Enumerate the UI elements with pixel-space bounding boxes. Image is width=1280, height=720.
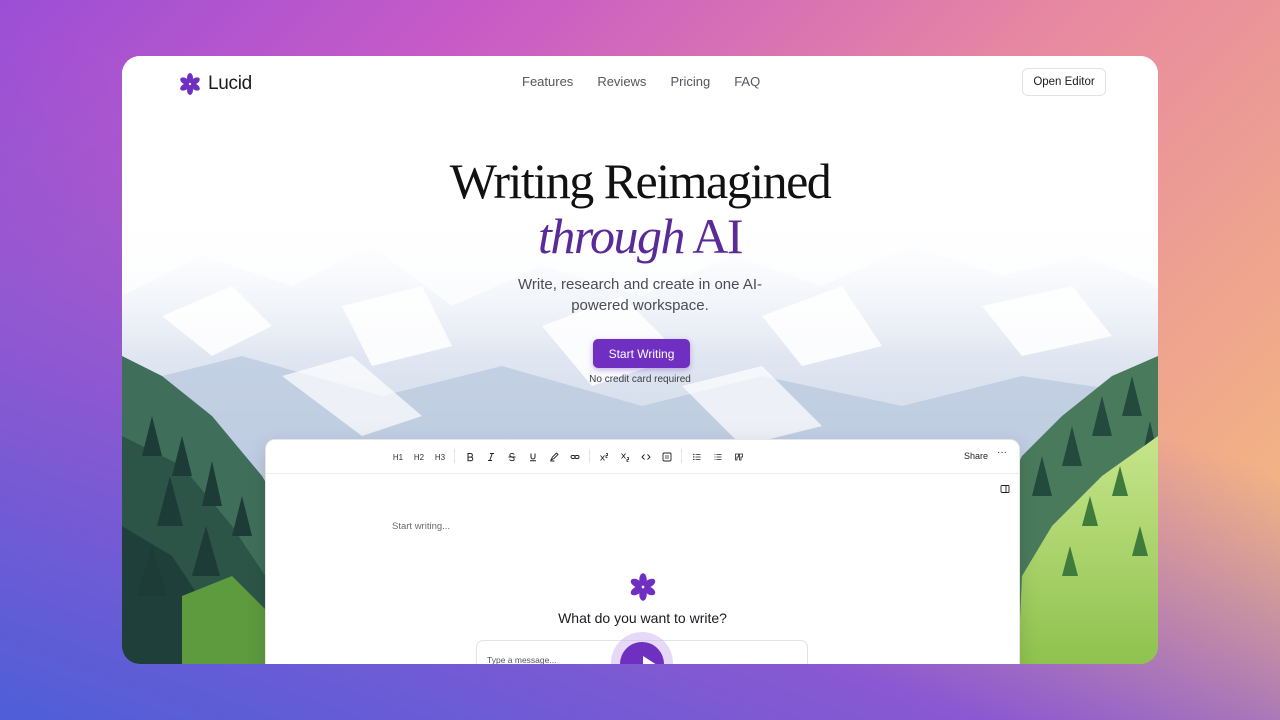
nav-links: Features Reviews Pricing FAQ	[522, 74, 760, 89]
send-button[interactable]	[620, 642, 664, 664]
nav-link-faq[interactable]: FAQ	[734, 74, 760, 89]
open-editor-button[interactable]: Open Editor	[1022, 68, 1106, 96]
brand-logo[interactable]: Lucid	[178, 70, 252, 98]
play-icon	[643, 656, 656, 664]
editor-toolbar: H1 H2 H3 Share ···	[266, 440, 1019, 474]
underline-icon[interactable]	[525, 450, 541, 464]
nav-link-pricing[interactable]: Pricing	[670, 74, 710, 89]
code-icon[interactable]	[638, 450, 654, 464]
quote-icon[interactable]	[731, 450, 747, 464]
brand-name: Lucid	[208, 73, 252, 94]
more-options-button[interactable]: ···	[997, 447, 1007, 458]
top-nav: Lucid Features Reviews Pricing FAQ Open …	[122, 56, 1158, 112]
code-block-icon[interactable]	[659, 450, 675, 464]
start-writing-button[interactable]: Start Writing	[593, 339, 690, 368]
share-button[interactable]: Share	[964, 451, 988, 461]
ordered-list-icon[interactable]	[710, 450, 726, 464]
prompt-title: What do you want to write?	[558, 610, 727, 626]
cta-note: No credit card required	[589, 374, 691, 385]
h2-button[interactable]: H2	[411, 450, 427, 464]
h1-button[interactable]: H1	[390, 450, 406, 464]
landing-card: Lucid Features Reviews Pricing FAQ Open …	[122, 56, 1158, 664]
link-icon[interactable]	[567, 450, 583, 464]
editor-placeholder[interactable]: Start writing...	[392, 521, 450, 532]
toolbar-divider	[589, 449, 590, 463]
hero-subtitle: Write, research and create in one AI-pow…	[517, 276, 762, 314]
subscript-icon[interactable]	[617, 450, 633, 464]
toolbar-divider	[681, 449, 682, 463]
highlight-icon[interactable]	[546, 450, 562, 464]
editor-preview: H1 H2 H3 Share ··· Start writing... What…	[265, 439, 1020, 664]
asterisk-logo-icon	[180, 73, 200, 95]
hero-title-line2: through AI	[122, 208, 1158, 264]
italic-icon[interactable]	[483, 450, 499, 464]
hero-title-ai: AI	[692, 208, 743, 264]
asterisk-icon	[630, 573, 656, 601]
toolbar-divider	[454, 449, 455, 463]
h3-button[interactable]: H3	[432, 450, 448, 464]
superscript-icon[interactable]	[596, 450, 612, 464]
hero-title: Writing Reimagined	[449, 153, 832, 209]
hero-title-italic: through	[537, 208, 686, 264]
sidebar-toggle-icon[interactable]	[1000, 484, 1010, 494]
bold-icon[interactable]	[462, 450, 478, 464]
nav-link-features[interactable]: Features	[522, 74, 573, 89]
strikethrough-icon[interactable]	[504, 450, 520, 464]
bullet-list-icon[interactable]	[689, 450, 705, 464]
nav-link-reviews[interactable]: Reviews	[597, 74, 646, 89]
